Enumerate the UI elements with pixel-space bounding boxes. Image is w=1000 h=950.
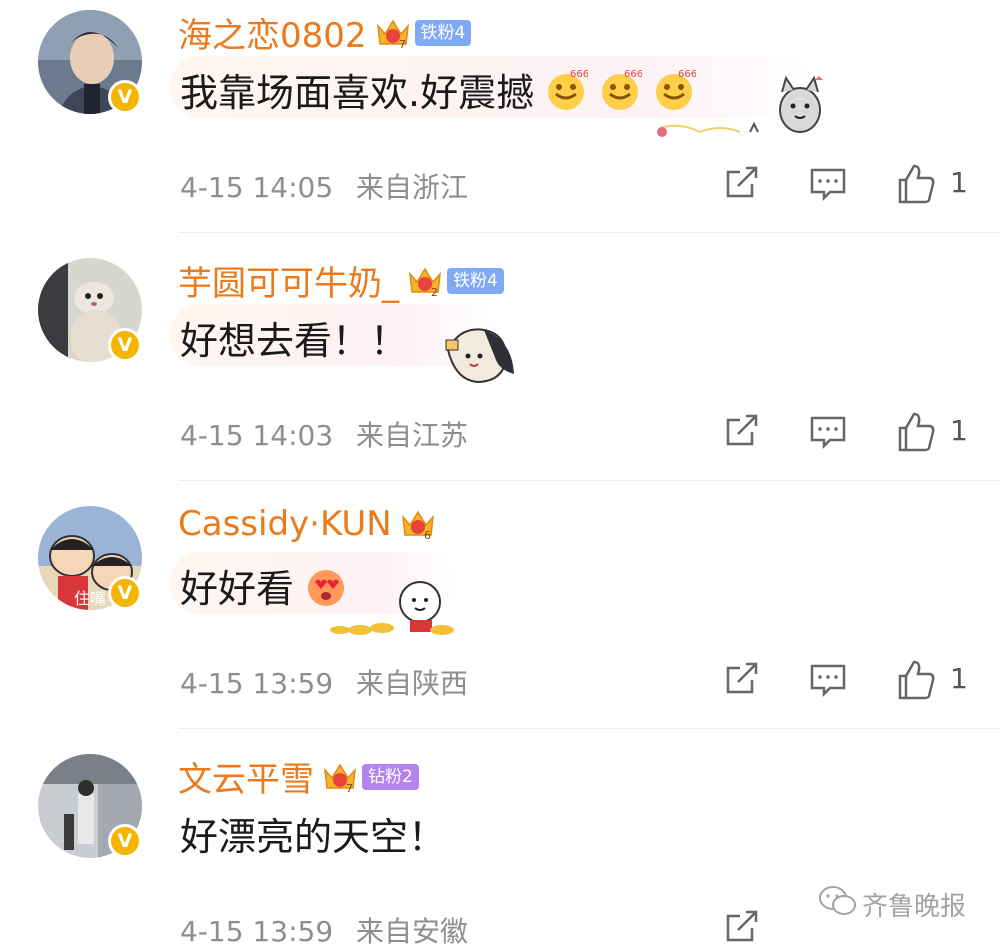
like-icon[interactable] [894, 410, 938, 458]
comment-location: 来自浙江 [356, 171, 469, 204]
like-count: 1 [950, 414, 968, 447]
share-icon[interactable] [722, 162, 762, 206]
share-icon[interactable] [722, 906, 762, 950]
username-row: 文云平雪 7 钻粉2 [178, 752, 419, 801]
share-icon[interactable] [722, 410, 762, 454]
verified-badge-icon: V [108, 576, 142, 610]
svg-text:666: 666 [570, 69, 588, 80]
comment-time: 4-15 14:03 [180, 419, 334, 452]
comment-text: 好想去看！！ [180, 319, 409, 363]
divider [178, 728, 1000, 729]
fan-badge: 铁粉4 [447, 267, 504, 294]
gold-ingot-sticker-icon [320, 574, 460, 644]
comment-actions: 1 [722, 658, 992, 702]
comment-text: 好漂亮的天空！ [180, 815, 447, 859]
reply-icon[interactable] [808, 658, 848, 702]
comment-meta: 4-15 13:59 来自安徽 [180, 910, 482, 950]
username[interactable]: 海之恋0802 [178, 8, 367, 57]
wechat-icon [818, 884, 858, 925]
crown-level-icon: 7 [375, 16, 411, 51]
svg-text:2: 2 [431, 286, 438, 298]
comment-time: 4-15 13:59 [180, 915, 334, 948]
666-emoji-icon: 666 [544, 68, 589, 112]
username[interactable]: 文云平雪 [178, 752, 314, 801]
comment-item: V 芋圆可可牛奶_ 2 铁粉4 好想去看！！ 4-15 14:03 来自江苏 1 [0, 248, 1000, 481]
comment-location: 来自江苏 [356, 419, 469, 452]
comment-meta: 4-15 14:05 来自浙江 [180, 166, 482, 206]
comment-text-row: 我靠场面喜欢.好震撼 666 666 666 [180, 62, 697, 117]
comment-actions: 1 [722, 410, 992, 454]
like-icon[interactable] [894, 162, 938, 210]
svg-text:6: 6 [424, 529, 431, 541]
comment-meta: 4-15 14:03 来自江苏 [180, 414, 482, 454]
comment-item: V 海之恋0802 7 铁粉4 我靠场面喜欢.好震撼 666 666 666 4… [0, 0, 1000, 233]
username[interactable]: 芋圆可可牛奶_ [178, 256, 399, 305]
svg-text:住嘴: 住嘴 [74, 589, 106, 608]
verified-badge-icon: V [108, 824, 142, 858]
watermark-text: 齐鲁晚报 [862, 892, 967, 922]
comment-meta: 4-15 13:59 来自陕西 [180, 662, 482, 702]
watermark: 齐鲁晚报 [818, 884, 966, 925]
anime-girl-sticker-icon [440, 320, 520, 396]
username-row: 芋圆可可牛奶_ 2 铁粉4 [178, 256, 504, 305]
comment-time: 4-15 13:59 [180, 667, 334, 700]
comment-time: 4-15 14:05 [180, 171, 334, 204]
crown-level-icon: 7 [322, 760, 358, 795]
comment-text: 好好看 [180, 567, 295, 611]
username-row: Cassidy·KUN 6 [178, 504, 436, 544]
666-emoji-icon: 666 [598, 68, 643, 112]
verified-badge-icon: V [108, 80, 142, 114]
username[interactable]: Cassidy·KUN [178, 504, 392, 544]
like-icon[interactable] [894, 658, 938, 706]
cat-sticker-icon [650, 66, 830, 150]
comment-text-row: 好漂亮的天空！ [180, 806, 446, 861]
fan-badge: 钻粉2 [362, 763, 419, 790]
like-count: 1 [950, 166, 968, 199]
divider [178, 480, 1000, 481]
comment-text: 我靠场面喜欢.好震撼 [180, 71, 535, 115]
reply-icon[interactable] [808, 162, 848, 206]
fan-badge: 铁粉4 [414, 19, 472, 46]
comment-text-row: 好想去看！！ [180, 310, 408, 365]
comment-location: 来自安徽 [356, 915, 469, 948]
comment-item: 住嘴 V Cassidy·KUN 6 好好看 4-15 13:59 来自陕西 1 [0, 496, 1000, 729]
comment-location: 来自陕西 [356, 667, 469, 700]
crown-level-icon: 6 [400, 507, 436, 542]
username-row: 海之恋0802 7 铁粉4 [178, 8, 472, 57]
share-icon[interactable] [722, 658, 762, 702]
verified-badge-icon: V [108, 328, 142, 362]
reply-icon[interactable] [808, 410, 848, 454]
like-count: 1 [950, 662, 968, 695]
crown-level-icon: 2 [407, 264, 443, 299]
comment-actions: 1 [722, 162, 992, 206]
svg-text:7: 7 [399, 38, 406, 50]
svg-text:666: 666 [624, 69, 642, 80]
svg-text:7: 7 [346, 782, 353, 794]
divider [178, 232, 1000, 233]
